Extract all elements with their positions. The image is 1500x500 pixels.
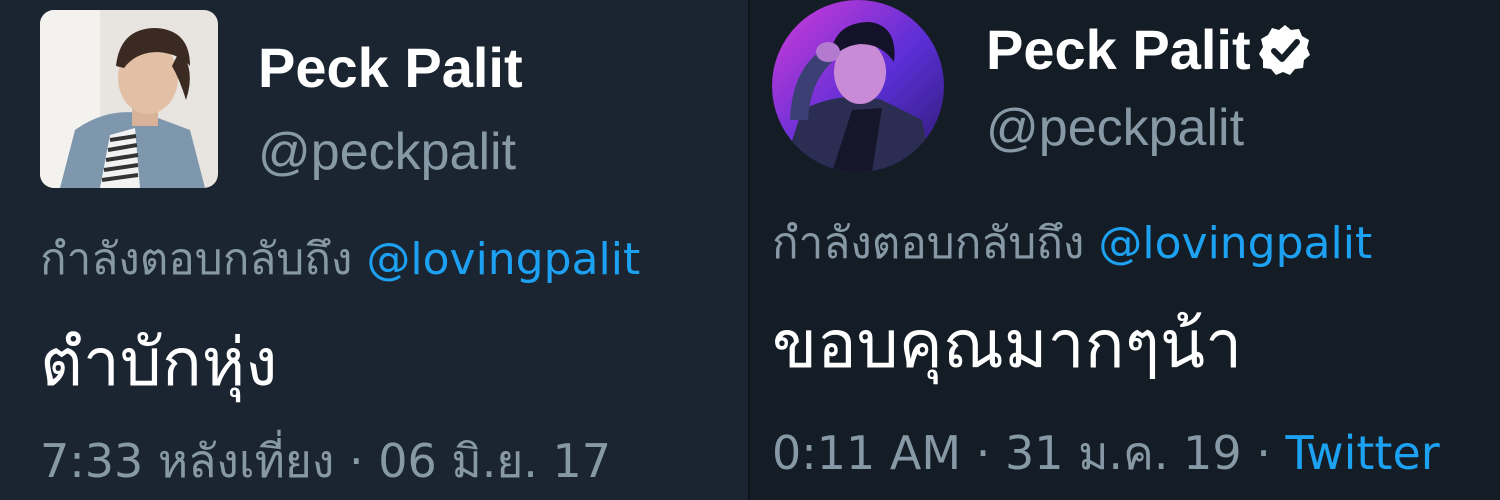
reply-context-left: กำลังตอบกลับถึง @lovingpalit: [40, 238, 640, 282]
avatar-photo-right: [772, 0, 944, 172]
avatar-left[interactable]: [40, 10, 218, 188]
reply-mention-right[interactable]: @lovingpalit: [1098, 218, 1372, 269]
author-handle-left[interactable]: @peckpalit: [258, 126, 516, 178]
meta-separator-right-2: ·: [1256, 426, 1271, 480]
author-name-left[interactable]: Peck Palit: [258, 40, 523, 96]
tweet-date-right[interactable]: 31 ม.ค. 19: [1005, 426, 1242, 480]
tweet-time-right[interactable]: 0:11 AM: [772, 426, 961, 480]
tweet-meta-left: 7:33 หลังเที่ยง · 06 มิ.ย. 17: [40, 438, 611, 484]
reply-context-right: กำลังตอบกลับถึง @lovingpalit: [772, 222, 1372, 266]
verified-badge-icon: [1259, 25, 1310, 75]
tweet-left: Peck Palit @peckpalit กำลังตอบกลับถึง @l…: [0, 0, 750, 500]
avatar-right[interactable]: [772, 0, 944, 172]
reply-label-right: กำลังตอบกลับถึง: [772, 218, 1085, 269]
tweet-meta-right: 0:11 AM · 31 ม.ค. 19 · Twitter: [772, 430, 1440, 476]
author-name-right[interactable]: Peck Palit: [986, 22, 1251, 78]
author-handle-right[interactable]: @peckpalit: [986, 102, 1244, 154]
tweet-comparison: Peck Palit @peckpalit กำลังตอบกลับถึง @l…: [0, 0, 1500, 500]
tweet-right: Peck Palit @peckpalit กำลังตอบกลับถึง @l…: [750, 0, 1500, 500]
reply-label-left: กำลังตอบกลับถึง: [40, 234, 353, 285]
tweet-source-link[interactable]: Twitter: [1285, 426, 1439, 480]
tweet-text-right: ขอบคุณมากๆน้า: [772, 306, 1243, 383]
reply-mention-left[interactable]: @lovingpalit: [366, 234, 640, 285]
meta-separator-right-1: ·: [975, 426, 991, 480]
meta-separator-left: ·: [348, 434, 364, 488]
avatar-photo-left: [40, 10, 218, 188]
tweet-text-left: ตำบักหุ่ง: [40, 324, 278, 401]
tweet-time-left[interactable]: 7:33 หลังเที่ยง: [40, 434, 334, 488]
tweet-date-left[interactable]: 06 มิ.ย. 17: [378, 434, 611, 488]
